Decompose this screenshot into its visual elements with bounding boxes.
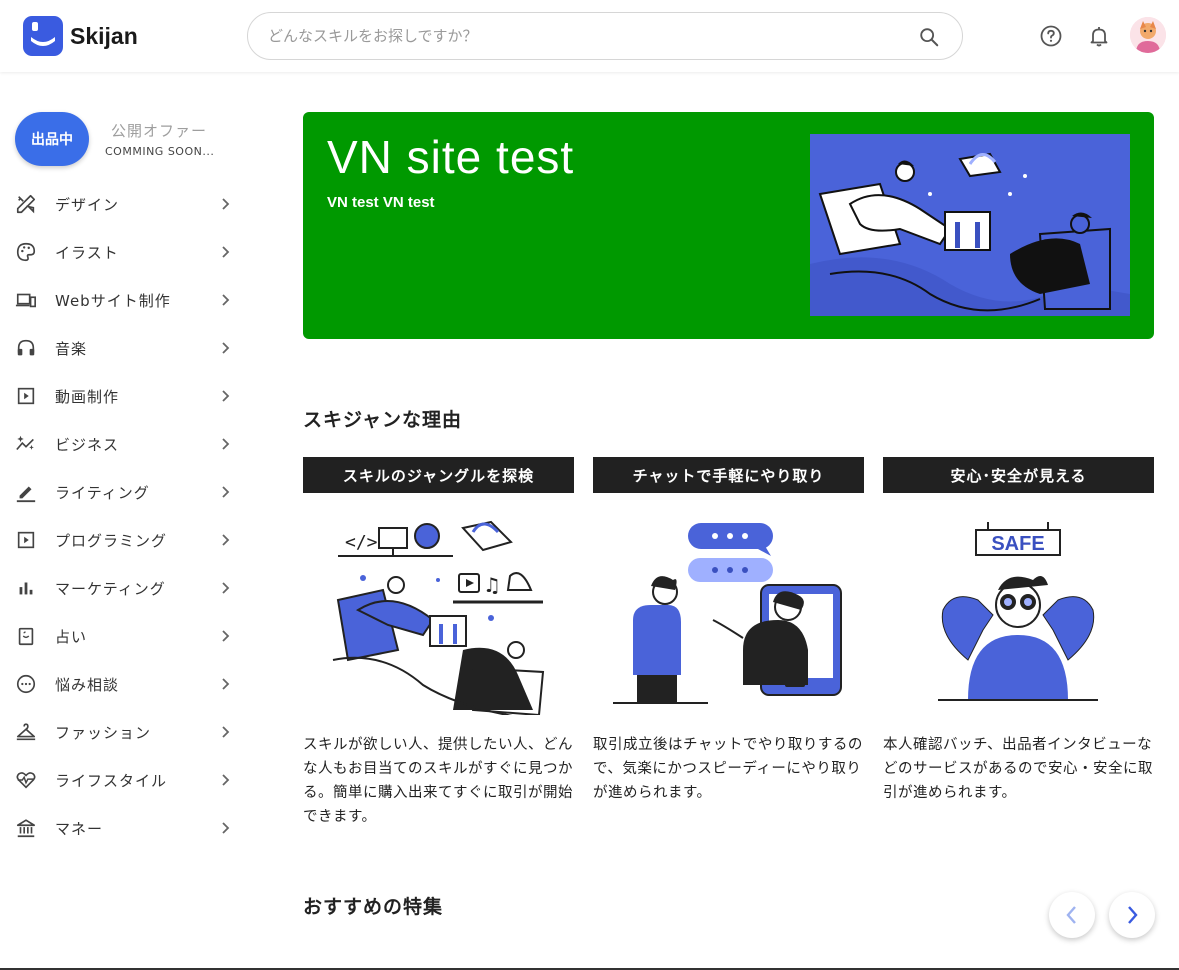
sidebar-item-lifestyle[interactable]: ライフスタイル bbox=[0, 756, 250, 804]
sidebar-item-website[interactable]: Webサイト制作 bbox=[0, 276, 250, 324]
design-tools-icon bbox=[16, 194, 36, 214]
reason-illustration-explore: </> ♫ bbox=[303, 510, 574, 721]
svg-text:</>: </> bbox=[345, 532, 378, 553]
sidebar-item-writing[interactable]: ライティング bbox=[0, 468, 250, 516]
search-icon[interactable] bbox=[918, 26, 940, 48]
chevron-right-icon bbox=[222, 438, 230, 450]
sidebar-item-music[interactable]: 音楽 bbox=[0, 324, 250, 372]
reason-illustration-safe: SAFE bbox=[883, 510, 1154, 715]
sidebar-item-label: ライティング bbox=[55, 484, 150, 502]
search-input[interactable] bbox=[268, 13, 908, 59]
sparkle-chart-icon bbox=[16, 435, 34, 451]
sidebar-item-business[interactable]: ビジネス bbox=[0, 420, 250, 468]
sidebar-item-marketing[interactable]: マーケティング bbox=[0, 564, 250, 612]
pencil-icon bbox=[16, 486, 36, 503]
bank-icon bbox=[16, 819, 36, 838]
sidebar-item-label: マーケティング bbox=[55, 580, 166, 598]
category-list: デザイン イラスト Webサイト制作 音楽 動画制作 ビジネス ライティング プ… bbox=[0, 180, 250, 852]
reason-text-explore: スキルが欲しい人、提供したい人、どんな人もお目当てのスキルがすぐに見つかる。簡単… bbox=[303, 737, 573, 825]
listing-status-button[interactable]: 出品中 bbox=[15, 112, 89, 166]
chevron-right-icon bbox=[1128, 906, 1138, 924]
chevron-right-icon bbox=[222, 390, 230, 402]
sidebar-item-consultation[interactable]: 悩み相談 bbox=[0, 660, 250, 708]
chat-dots-icon bbox=[16, 674, 36, 694]
hero-banner[interactable]: VN site test VN test VN test bbox=[303, 112, 1154, 339]
chevron-right-icon bbox=[222, 774, 230, 786]
header: Skijan bbox=[0, 0, 1179, 72]
reason-text-chat: 取引成立後はチャットでやり取りするので、気楽にかつスピーディーにやり取りが進めら… bbox=[593, 737, 863, 801]
sidebar-item-label: マネー bbox=[55, 820, 104, 838]
play-box-icon bbox=[17, 387, 35, 405]
safe-sign-text: SAFE bbox=[991, 533, 1044, 555]
chevron-right-icon bbox=[222, 198, 230, 210]
sidebar-item-label: 占い bbox=[55, 628, 88, 646]
chevron-right-icon bbox=[222, 294, 230, 306]
sidebar-item-fortune[interactable]: 占い bbox=[0, 612, 250, 660]
chevron-right-icon bbox=[222, 726, 230, 738]
reason-text-safe: 本人確認バッチ、出品者インタビューなどのサービスがあるので安心・安全に取引が進め… bbox=[883, 737, 1153, 801]
banner-illustration bbox=[810, 134, 1130, 316]
chevron-left-icon bbox=[1066, 906, 1076, 924]
hanger-icon bbox=[16, 723, 36, 741]
sidebar-item-programming[interactable]: プログラミング bbox=[0, 516, 250, 564]
chevron-right-icon bbox=[222, 630, 230, 642]
chevron-right-icon bbox=[222, 246, 230, 258]
headphones-icon bbox=[17, 339, 35, 356]
public-offer-label: 公開オファー bbox=[111, 122, 208, 140]
sidebar-item-label: ビジネス bbox=[55, 436, 120, 454]
sidebar-item-design[interactable]: デザイン bbox=[0, 180, 250, 228]
logo-text: Skijan bbox=[70, 22, 138, 49]
carousel-next-button[interactable] bbox=[1109, 892, 1155, 938]
logo-mark-icon bbox=[23, 16, 63, 56]
sidebar-item-label: デザイン bbox=[55, 196, 120, 214]
chevron-right-icon bbox=[222, 678, 230, 690]
chevron-right-icon bbox=[222, 822, 230, 834]
heart-pulse-icon bbox=[16, 772, 36, 789]
banner-title: VN site test bbox=[327, 131, 575, 183]
reason-heading-safe: 安心･安全が見える bbox=[883, 457, 1154, 493]
bell-icon[interactable] bbox=[1087, 24, 1111, 48]
reason-heading-explore: スキルのジャングルを探検 bbox=[303, 457, 574, 493]
sidebar-item-label: 音楽 bbox=[55, 340, 88, 358]
svg-text:♫: ♫ bbox=[483, 573, 501, 597]
reason-illustration-chat bbox=[593, 510, 864, 715]
sidebar-item-label: ファッション bbox=[55, 724, 152, 742]
search-bar[interactable] bbox=[247, 12, 963, 60]
reasons-section-title: スキジャンな理由 bbox=[303, 409, 463, 431]
sidebar-item-label: ライフスタイル bbox=[55, 772, 168, 790]
palette-icon bbox=[16, 242, 36, 262]
chevron-right-icon bbox=[222, 534, 230, 546]
logo[interactable]: Skijan bbox=[23, 16, 138, 56]
sidebar-item-fashion[interactable]: ファッション bbox=[0, 708, 250, 756]
sidebar-item-illustration[interactable]: イラスト bbox=[0, 228, 250, 276]
sidebar-item-label: 動画制作 bbox=[55, 388, 120, 406]
sidebar-item-label: Webサイト制作 bbox=[55, 292, 171, 310]
sidebar-item-video[interactable]: 動画制作 bbox=[0, 372, 250, 420]
reason-heading-chat: チャットで手軽にやり取り bbox=[593, 457, 864, 493]
avatar[interactable] bbox=[1130, 17, 1166, 53]
sidebar-item-label: プログラミング bbox=[55, 532, 168, 550]
bar-chart-icon bbox=[19, 582, 33, 595]
chevron-right-icon bbox=[222, 582, 230, 594]
help-icon[interactable] bbox=[1039, 24, 1063, 48]
play-box-icon bbox=[17, 531, 35, 549]
carousel-prev-button[interactable] bbox=[1049, 892, 1095, 938]
crystal-icon bbox=[18, 627, 34, 646]
sidebar-item-label: イラスト bbox=[55, 244, 119, 262]
banner-subtitle: VN test VN test bbox=[327, 194, 435, 211]
chevron-right-icon bbox=[222, 342, 230, 354]
sidebar-item-label: 悩み相談 bbox=[55, 676, 120, 694]
featured-section-title: おすすめの特集 bbox=[303, 896, 444, 918]
coming-soon-label: COMMING SOON... bbox=[105, 145, 215, 158]
chevron-right-icon bbox=[222, 486, 230, 498]
sidebar-item-money[interactable]: マネー bbox=[0, 804, 250, 852]
devices-icon bbox=[15, 293, 36, 308]
